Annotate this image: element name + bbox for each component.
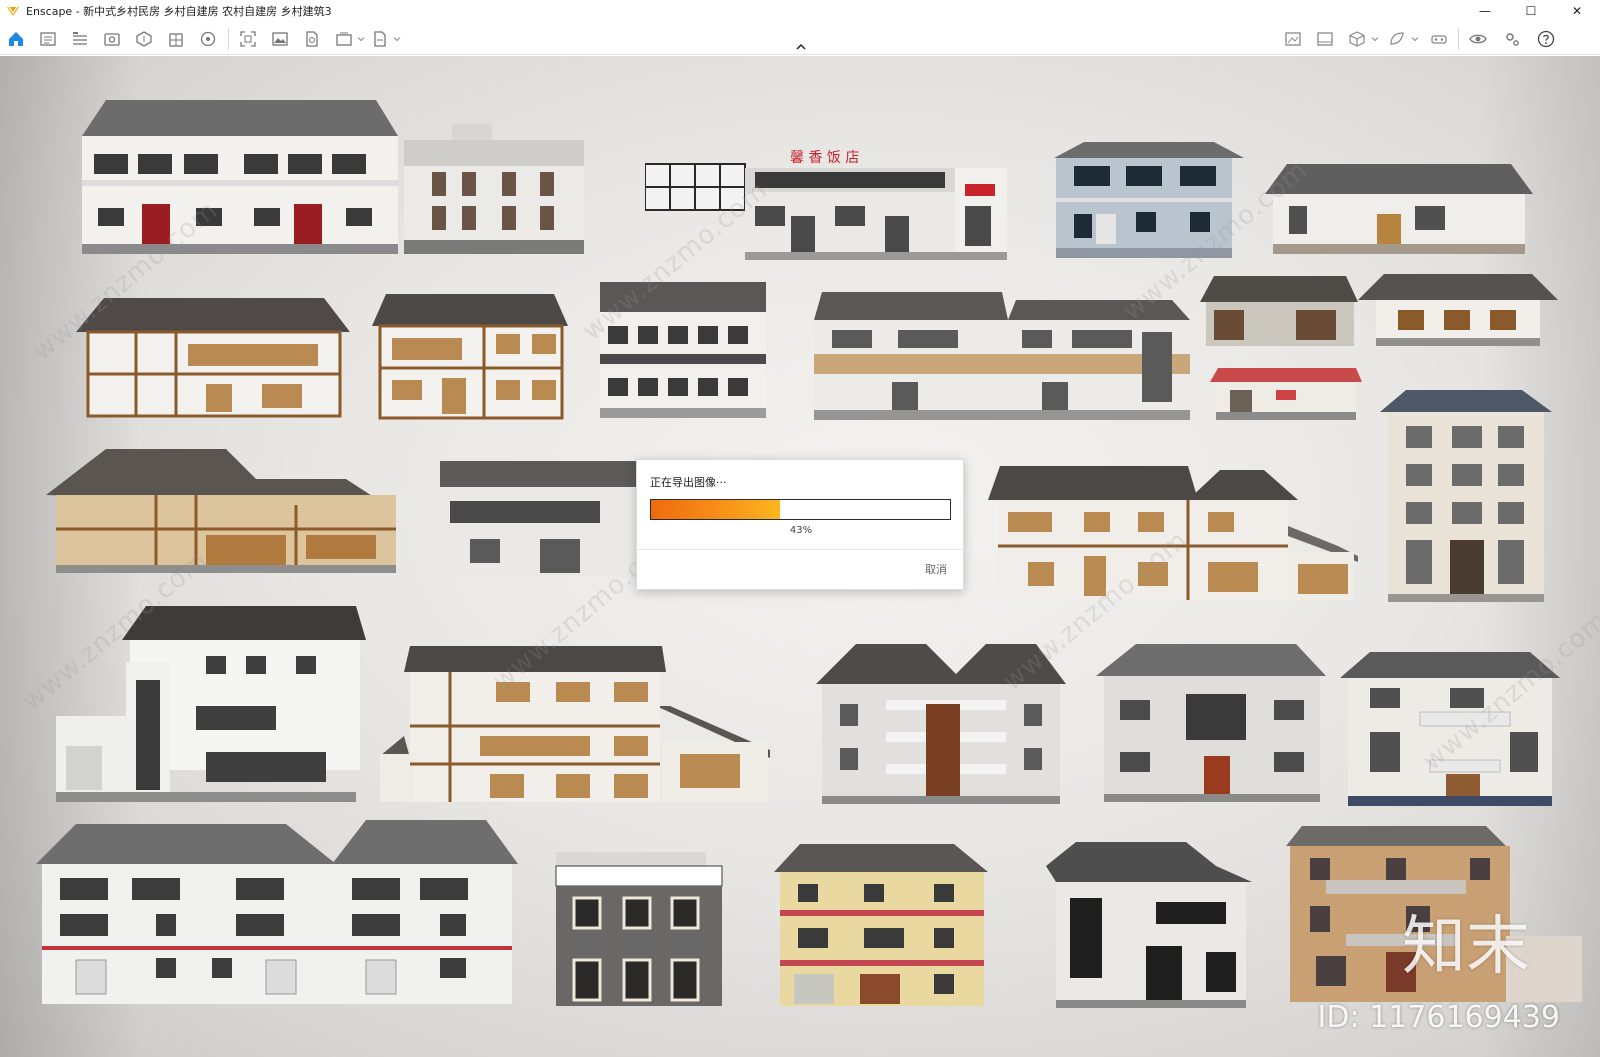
exe-export-icon[interactable]	[370, 29, 390, 49]
building-model	[36, 820, 526, 1010]
model-id-label: ID: 1176169439	[1317, 1000, 1560, 1035]
views-icon[interactable]	[38, 29, 58, 49]
image-icon[interactable]	[1315, 29, 1335, 49]
chevron-up-icon[interactable]	[795, 42, 807, 52]
feedback-icon[interactable]	[1387, 29, 1407, 49]
visual-settings-icon[interactable]	[102, 29, 122, 49]
progress-fill	[651, 500, 780, 519]
dialog-title: 正在导出图像···	[650, 476, 727, 489]
sun-study-icon[interactable]	[166, 29, 186, 49]
building-model	[1376, 390, 1556, 606]
home-icon[interactable]	[6, 29, 26, 49]
close-button[interactable]: ✕	[1554, 0, 1600, 22]
title-bar: Enscape - 新中式乡村民房 乡村自建房 农村自建房 乡村建筑3 — ☐ …	[0, 0, 1600, 22]
restaurant-sign: 馨 香 饭 店	[790, 150, 859, 166]
screenshot-icon[interactable]	[238, 29, 258, 49]
znzmo-logo: 知末	[1402, 910, 1530, 984]
building-model	[1096, 644, 1326, 808]
enscape-logo-icon	[7, 6, 19, 16]
building-model	[380, 646, 780, 808]
progress-bar	[650, 499, 951, 520]
asset-library-icon[interactable]	[134, 29, 154, 49]
settings-icon[interactable]	[1502, 29, 1522, 49]
maximize-button[interactable]: ☐	[1508, 0, 1554, 22]
export-web-icon[interactable]	[302, 29, 322, 49]
building-model	[1358, 274, 1558, 352]
toolbar-separator	[1458, 28, 1459, 50]
chevron-down-icon[interactable]	[357, 35, 365, 43]
building-model	[402, 124, 592, 264]
dialog-divider	[637, 549, 965, 550]
building-model	[372, 294, 570, 424]
bim-icon[interactable]	[70, 29, 90, 49]
building-model	[440, 461, 636, 579]
building-model	[774, 844, 990, 1010]
building-model	[76, 96, 406, 264]
capture-icon[interactable]	[1283, 29, 1303, 49]
cancel-button[interactable]: 取消	[925, 561, 947, 577]
vr-icon[interactable]	[1429, 29, 1449, 49]
progress-percent: 43%	[789, 525, 813, 536]
building-model	[46, 449, 406, 579]
chevron-down-icon[interactable]	[393, 35, 401, 43]
batch-render-icon[interactable]	[334, 29, 354, 49]
export-progress-dialog: 正在导出图像··· 43% 取消	[636, 459, 965, 590]
toolbar-separator	[228, 28, 229, 50]
render-icon[interactable]	[270, 29, 290, 49]
eye-icon[interactable]	[1468, 29, 1488, 49]
chevron-down-icon[interactable]	[1411, 35, 1419, 43]
material-editor-icon[interactable]	[198, 29, 218, 49]
building-model	[554, 852, 724, 1010]
chevron-down-icon[interactable]	[1371, 35, 1379, 43]
minimize-button[interactable]: —	[1462, 0, 1508, 22]
window-title: Enscape - 新中式乡村民房 乡村自建房 农村自建房 乡村建筑3	[26, 5, 332, 18]
building-model	[76, 296, 352, 422]
building-model	[1200, 276, 1360, 350]
building-model	[1046, 842, 1256, 1012]
help-icon[interactable]	[1536, 29, 1556, 49]
cube-icon[interactable]	[1347, 29, 1367, 49]
building-model	[1210, 368, 1362, 422]
